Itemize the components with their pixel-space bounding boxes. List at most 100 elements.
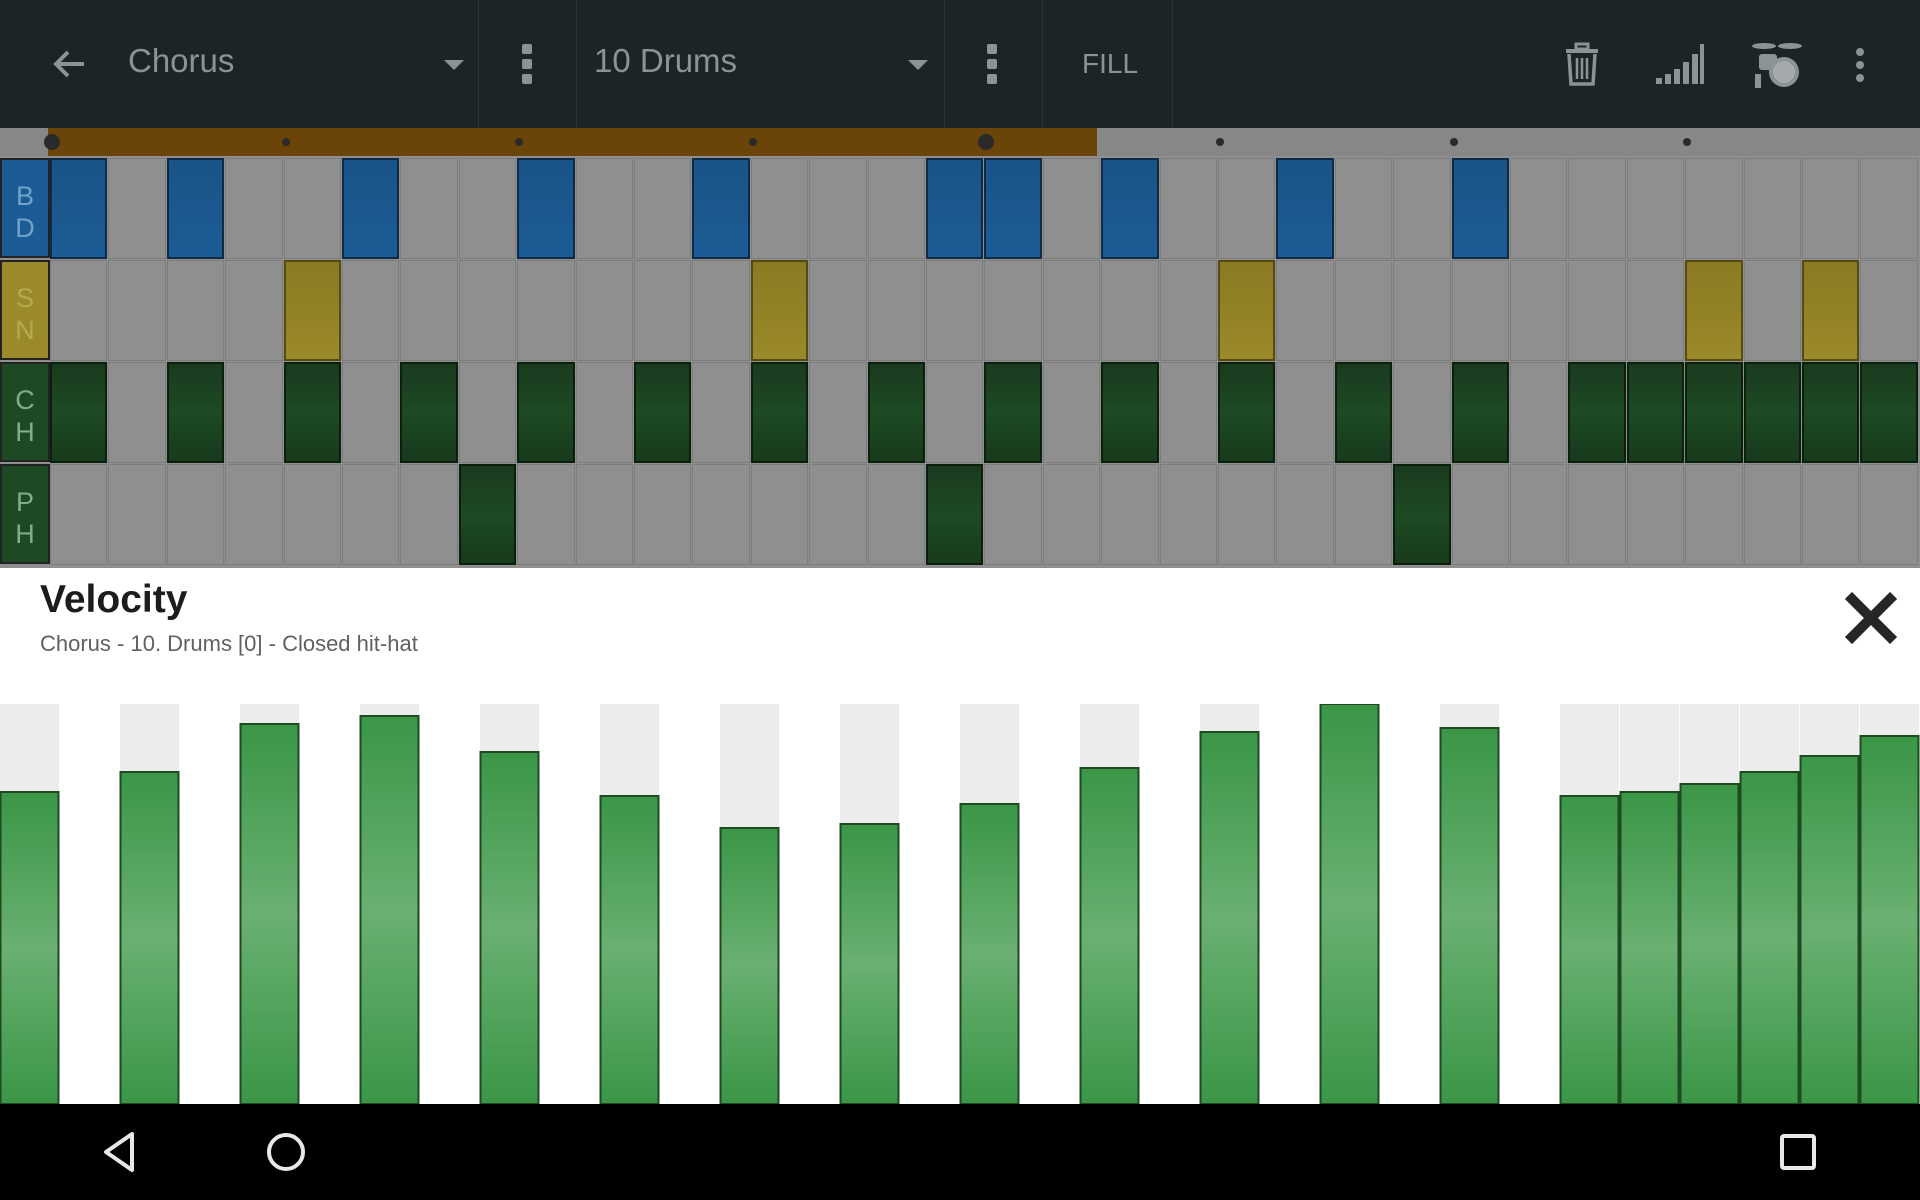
drum-kit-icon[interactable]: [1750, 38, 1802, 90]
step-cell[interactable]: [1510, 260, 1568, 361]
step-cell-active[interactable]: [1451, 362, 1509, 463]
track-menu-icon[interactable]: [986, 44, 998, 84]
step-cell[interactable]: [225, 260, 283, 361]
step-cell-active[interactable]: [1685, 260, 1743, 361]
step-cell-active[interactable]: [1743, 362, 1801, 463]
step-cell-active[interactable]: [1802, 260, 1860, 361]
velocity-bar[interactable]: [1319, 704, 1380, 1104]
step-cell-active[interactable]: [1568, 362, 1626, 463]
step-cell[interactable]: [108, 158, 166, 259]
velocity-bar[interactable]: [0, 791, 60, 1104]
timeline-bar[interactable]: [0, 128, 1920, 156]
step-cell[interactable]: [1042, 158, 1101, 259]
step-cell[interactable]: [809, 260, 867, 361]
step-cell-active[interactable]: [166, 158, 225, 259]
step-cell-active[interactable]: [692, 158, 750, 259]
step-cell-active[interactable]: [984, 362, 1042, 463]
step-cell[interactable]: [50, 260, 108, 361]
step-cell-active[interactable]: [342, 158, 400, 259]
step-cell[interactable]: [1393, 362, 1451, 463]
step-cell[interactable]: [1802, 464, 1860, 565]
step-cell[interactable]: [984, 260, 1042, 361]
step-cell[interactable]: [1159, 362, 1217, 463]
step-cell[interactable]: [108, 260, 166, 361]
step-cell[interactable]: [1568, 260, 1626, 361]
velocity-bar[interactable]: [839, 823, 900, 1104]
velocity-bar[interactable]: [479, 751, 540, 1104]
step-cell[interactable]: [750, 464, 809, 565]
step-cell[interactable]: [1393, 260, 1451, 361]
step-cell[interactable]: [750, 158, 809, 259]
fill-button[interactable]: FILL: [1042, 0, 1172, 128]
step-cell[interactable]: [1860, 158, 1918, 259]
step-cell-active[interactable]: [1276, 158, 1334, 259]
velocity-bar[interactable]: [1079, 767, 1140, 1104]
track-select[interactable]: 10 Drums: [576, 0, 944, 128]
step-cell[interactable]: [342, 362, 400, 463]
step-cell[interactable]: [1743, 158, 1801, 259]
velocity-bar[interactable]: [359, 715, 420, 1104]
velocity-bar[interactable]: [1679, 783, 1740, 1104]
step-cell[interactable]: [575, 260, 633, 361]
step-cell-active[interactable]: [458, 464, 517, 565]
step-cell-active[interactable]: [926, 464, 984, 565]
velocity-bar[interactable]: [1439, 727, 1500, 1104]
row-label[interactable]: PH: [0, 464, 50, 564]
step-cell[interactable]: [867, 158, 925, 259]
arrow-left-icon[interactable]: [50, 44, 90, 84]
step-cell-active[interactable]: [1626, 362, 1685, 463]
step-cell-active[interactable]: [1218, 362, 1276, 463]
step-cell-active[interactable]: [283, 362, 341, 463]
step-cell[interactable]: [809, 464, 867, 565]
step-cell[interactable]: [575, 464, 633, 565]
step-cell[interactable]: [517, 464, 575, 565]
step-cell[interactable]: [809, 158, 867, 259]
step-cell-active[interactable]: [166, 362, 225, 463]
step-cell[interactable]: [283, 158, 341, 259]
step-cell-active[interactable]: [984, 158, 1042, 259]
step-cell[interactable]: [867, 260, 925, 361]
velocity-bar[interactable]: [719, 827, 780, 1104]
step-cell-active[interactable]: [750, 260, 809, 361]
nav-recents-icon[interactable]: [1772, 1126, 1824, 1178]
step-cell-active[interactable]: [750, 362, 809, 463]
step-cell[interactable]: [1276, 362, 1334, 463]
step-cell-active[interactable]: [1101, 158, 1159, 259]
velocity-bar[interactable]: [1859, 735, 1920, 1104]
step-cell-active[interactable]: [283, 260, 341, 361]
step-cell[interactable]: [1218, 158, 1276, 259]
step-cell[interactable]: [1218, 464, 1276, 565]
step-cell-active[interactable]: [1393, 464, 1451, 565]
step-cell[interactable]: [1626, 464, 1685, 565]
step-cell[interactable]: [1159, 464, 1217, 565]
step-cell-active[interactable]: [1860, 362, 1918, 463]
step-cell[interactable]: [634, 464, 692, 565]
velocity-bar[interactable]: [959, 803, 1020, 1104]
step-cell[interactable]: [1101, 464, 1159, 565]
step-cell[interactable]: [1860, 464, 1918, 565]
step-cell-active[interactable]: [1685, 362, 1743, 463]
step-cell[interactable]: [166, 260, 225, 361]
step-cell[interactable]: [1334, 158, 1393, 259]
close-icon[interactable]: [1845, 592, 1897, 644]
step-cell-active[interactable]: [867, 362, 925, 463]
trash-icon[interactable]: [1562, 42, 1602, 86]
step-cell[interactable]: [1276, 464, 1334, 565]
step-cell[interactable]: [400, 464, 458, 565]
step-cell[interactable]: [108, 362, 166, 463]
velocity-bar[interactable]: [1559, 795, 1620, 1104]
step-cell[interactable]: [225, 158, 283, 259]
step-cell[interactable]: [634, 260, 692, 361]
step-cell[interactable]: [1393, 158, 1451, 259]
step-cell[interactable]: [1510, 464, 1568, 565]
step-cell[interactable]: [1159, 158, 1217, 259]
step-cell[interactable]: [166, 464, 225, 565]
step-cell[interactable]: [1743, 464, 1801, 565]
velocity-bar[interactable]: [1619, 791, 1680, 1104]
step-cell[interactable]: [342, 464, 400, 565]
step-cell-active[interactable]: [1101, 362, 1159, 463]
step-cell[interactable]: [1042, 260, 1101, 361]
step-cell[interactable]: [50, 464, 108, 565]
step-cell[interactable]: [1510, 158, 1568, 259]
step-cell[interactable]: [809, 362, 867, 463]
